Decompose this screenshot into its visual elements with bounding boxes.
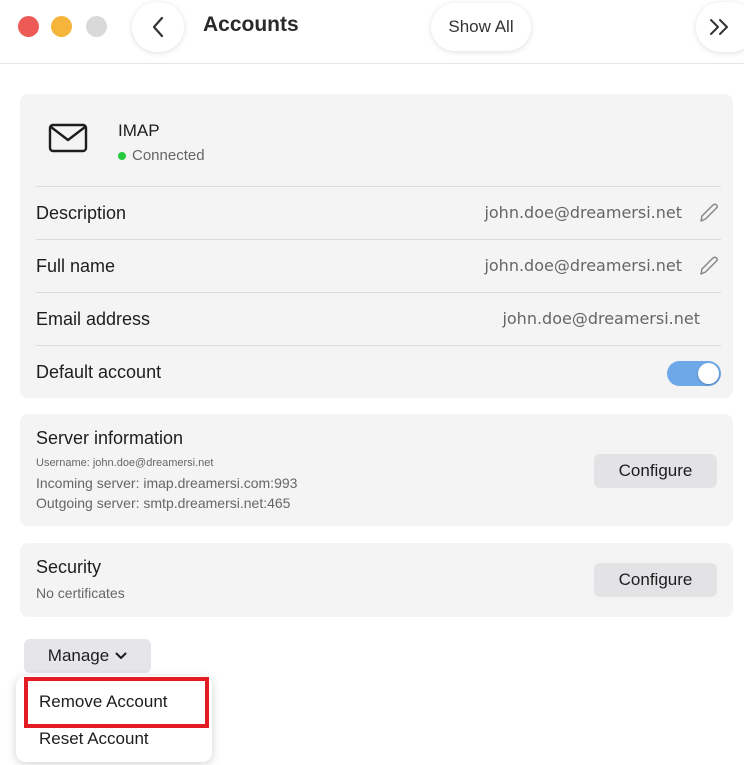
outgoing-server: Outgoing server: smtp.dreamersi.net:465 [36,495,291,511]
chevron-down-icon [115,652,127,659]
description-row: Description john.doe@dreamersi.net [36,186,721,239]
status-dot-icon [118,151,126,160]
page-title: Accounts [203,13,299,36]
default-account-toggle[interactable] [667,361,721,386]
toggle-knob [698,363,719,384]
security-card: Security No certificates Configure [20,543,733,617]
full-name-label: Full name [36,256,116,276]
default-account-label: Default account [36,362,162,382]
more-button[interactable] [696,2,744,52]
email-address-row: Email address john.doe@dreamersi.net [36,292,721,345]
manage-button[interactable]: Manage [24,639,151,673]
pencil-icon[interactable] [697,201,721,225]
toolbar: Accounts Show All [0,0,744,64]
connection-status-label: Connected [132,147,205,164]
full-name-value: john.doe@dreamersi.net [484,256,682,275]
account-header: IMAP Connected [20,94,733,186]
chevron-left-icon [152,16,164,38]
connection-status: Connected [118,147,205,164]
full-name-row: Full name john.doe@dreamersi.net [36,239,721,292]
remove-account-menu-item[interactable]: Remove Account [23,686,205,718]
show-all-button[interactable]: Show All [431,3,531,51]
default-account-row: Default account [36,345,721,398]
manage-label: Manage [47,646,110,665]
zoom-window-button[interactable] [86,16,107,37]
security-subtitle: No certificates [36,585,125,601]
minimize-window-button[interactable] [51,16,72,37]
security-configure-button[interactable]: Configure [594,563,717,597]
envelope-icon [48,123,88,153]
account-type: IMAP [118,121,160,140]
security-title: Security [36,557,102,577]
server-information-title: Server information [36,428,184,448]
description-value: john.doe@dreamersi.net [484,203,682,222]
server-configure-button[interactable]: Configure [594,454,717,488]
server-information-card: Server information Username: john.doe@dr… [20,414,733,526]
email-address-label: Email address [36,309,151,329]
close-window-button[interactable] [18,16,39,37]
incoming-server: Incoming server: imap.dreamersi.com:993 [36,475,298,491]
server-username: Username: john.doe@dreamersi.net [36,457,214,469]
email-address-value: john.doe@dreamersi.net [502,309,700,328]
back-button[interactable] [132,2,184,52]
description-label: Description [36,203,127,223]
account-card: IMAP Connected Description john.doe@drea… [20,94,733,398]
reset-account-menu-item[interactable]: Reset Account [23,723,205,755]
double-chevron-right-icon [710,19,728,35]
manage-menu: Remove Account Reset Account [16,676,212,762]
pencil-icon[interactable] [697,254,721,278]
